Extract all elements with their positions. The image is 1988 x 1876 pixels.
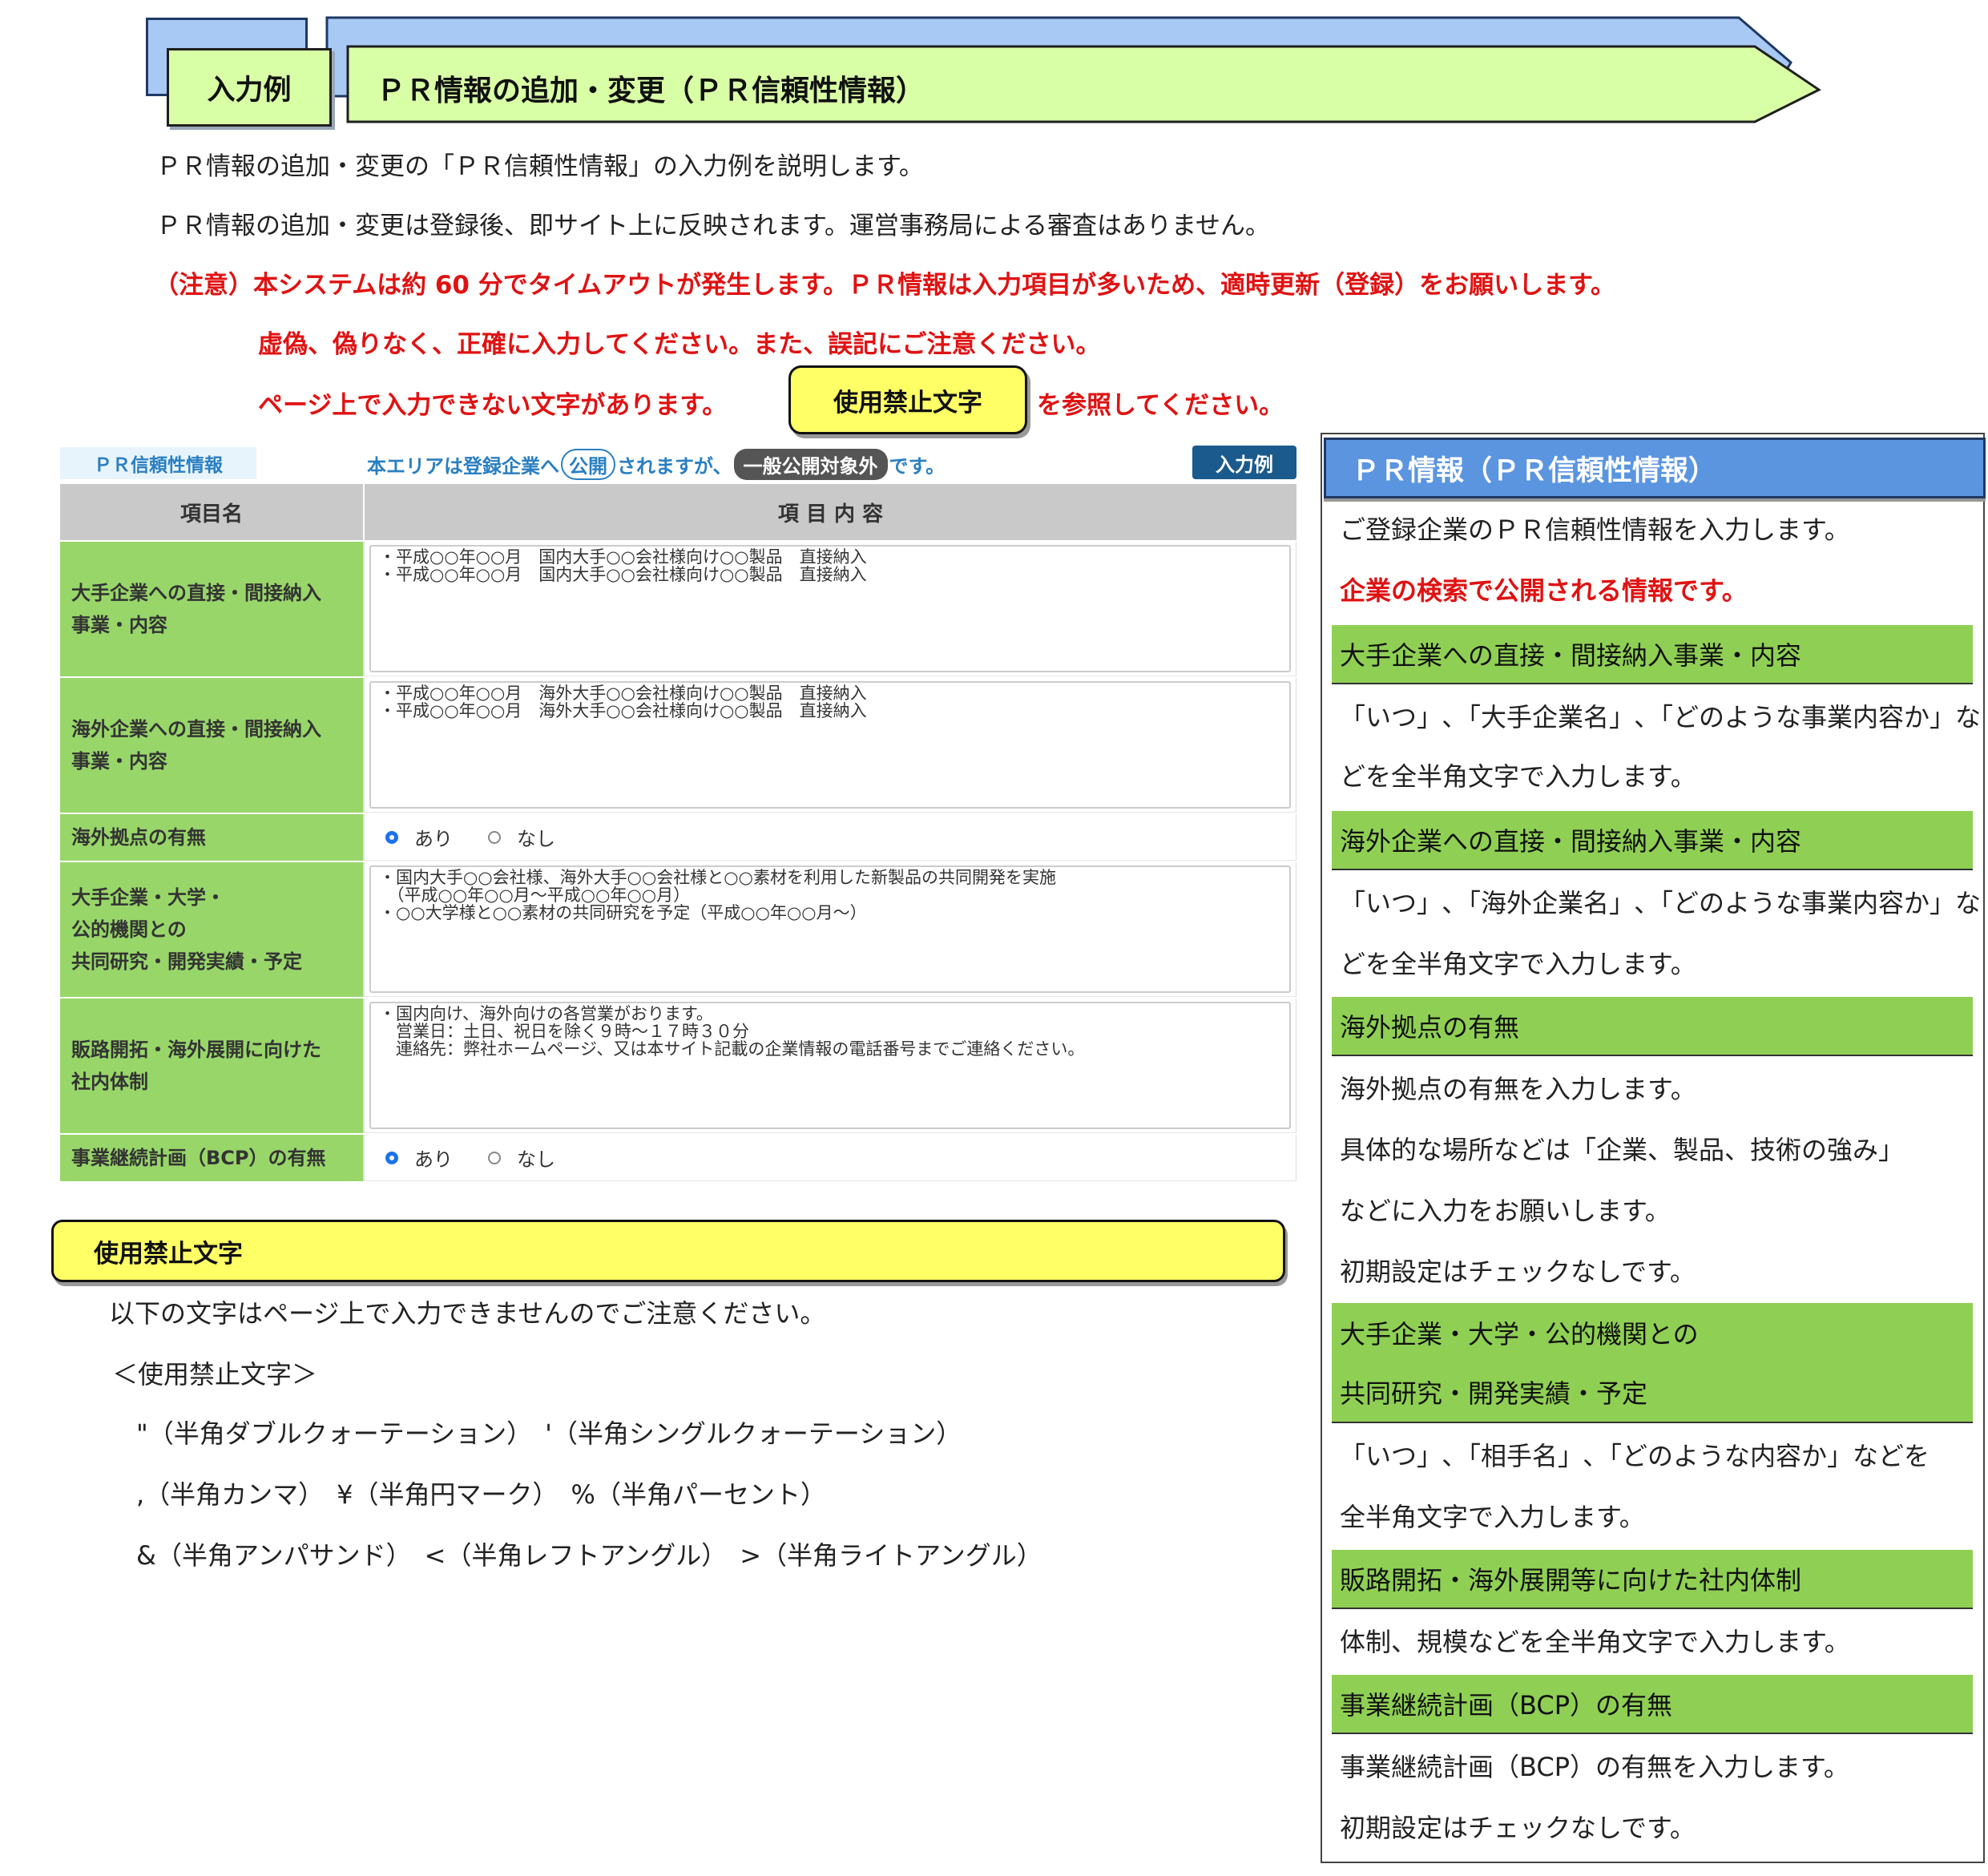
- row-label-line: 公的機関との: [71, 918, 187, 941]
- section-label: ＰＲ信頼性情報: [60, 447, 256, 479]
- panel-text: 体制、規模などを全半角文字で入力します。: [1340, 1627, 1850, 1657]
- panel-text: 事業継続計画（BCP）の有無を入力します。: [1340, 1752, 1849, 1782]
- panel-text: 具体的な場所などは「企業、製品、技術の強み」: [1340, 1135, 1905, 1165]
- row-label: 事業継続計画（BCP）の有無: [60, 1135, 363, 1181]
- row-label-line: 大手企業・大学・: [71, 886, 225, 909]
- radio-no-label: なし: [517, 1148, 555, 1171]
- panel-intro: ご登録企業のＰＲ信頼性情報を入力します。: [1340, 514, 1850, 545]
- example-badge: 入力例: [1192, 446, 1296, 479]
- row-label: 大手企業・大学・ 公的機関との 共同研究・開発実績・予定: [60, 862, 363, 997]
- row-label: 海外拠点の有無: [60, 814, 363, 861]
- row-label: 販路開拓・海外展開に向けた 社内体制: [60, 999, 363, 1133]
- prohibited-list-line: ,（半角カンマ） ¥（半角円マーク） %（半角パーセント）: [136, 1479, 826, 1510]
- panel-section-head-line: 大手企業・大学・公的機関との: [1340, 1319, 1699, 1350]
- radio-no[interactable]: [488, 830, 501, 844]
- joint-research-textarea[interactable]: ・国内大手○○会社様、海外大手○○会社様と○○素材を利用した新製品の共同開発を実…: [369, 865, 1291, 993]
- table-row: 販路開拓・海外展開に向けた 社内体制 ・国内向け、海外向けの各営業がおります。 …: [60, 997, 1296, 1133]
- radio-no[interactable]: [488, 1151, 501, 1164]
- pr-form-table: 項目名 項 目 内 容 大手企業への直接・間接納入 事業・内容 ・平成○○年○○…: [60, 484, 1296, 1181]
- panel-text: 全半角文字で入力します。: [1340, 1502, 1645, 1532]
- panel-text: どを全半角文字で入力します。: [1340, 761, 1696, 792]
- public-badge: 公開: [561, 449, 615, 480]
- prohibited-list-line: &（半角アンパサンド） <（半角レフトアングル） >（半角ライトアングル）: [136, 1540, 1042, 1571]
- row-label-line: 販路開拓・海外展開に向けた: [71, 1039, 321, 1061]
- sales-system-textarea[interactable]: ・国内向け、海外向けの各営業がおります。 営業日：土日、祝日を除く９時～１７時３…: [369, 1002, 1291, 1129]
- overseas-base-radio-group: あり なし: [369, 817, 1291, 857]
- intro-line-1: ＰＲ情報の追加・変更の「ＰＲ信頼性情報」の入力例を説明します。: [156, 152, 924, 181]
- panel-text: 海外拠点の有無を入力します。: [1340, 1074, 1696, 1104]
- row-label: 海外企業への直接・間接納入 事業・内容: [60, 678, 363, 813]
- table-row: 海外拠点の有無 あり なし: [60, 813, 1296, 861]
- panel-section-head: 大手企業・大学・公的機関との 共同研究・開発実績・予定: [1332, 1303, 1973, 1423]
- panel-text: どを全半角文字で入力します。: [1340, 949, 1696, 979]
- notice-after: です。: [889, 455, 946, 478]
- prohibited-list-title: ＜使用禁止文字＞: [112, 1359, 318, 1390]
- warning-line-1: （注意）本システムは約 60 分でタイムアウトが発生します。ＰＲ情報は入力項目が…: [154, 271, 1615, 300]
- table-row: 大手企業・大学・ 公的機関との 共同研究・開発実績・予定 ・国内大手○○会社様、…: [60, 861, 1296, 997]
- panel-text: 「いつ」､「海外企業名」､「どのような事業内容か」な: [1340, 888, 1982, 918]
- prohibited-chars-heading: 使用禁止文字: [51, 1220, 1285, 1282]
- panel-text: 「いつ」､「相手名」､「どのような内容か」などを: [1340, 1441, 1930, 1471]
- row-value-cell: ・国内向け、海外向けの各営業がおります。 営業日：土日、祝日を除く９時～１７時３…: [363, 999, 1296, 1133]
- row-value-cell: あり なし: [363, 814, 1296, 861]
- notice-middle: されますが、: [617, 455, 732, 478]
- panel-text: 初期設定はチェックなしです。: [1340, 1813, 1696, 1843]
- radio-yes-label: あり: [414, 828, 453, 850]
- table-row: 海外企業への直接・間接納入 事業・内容 ・平成○○年○○月 海外大手○○会社様向…: [60, 676, 1296, 813]
- radio-no-label: なし: [517, 828, 555, 850]
- bcp-radio-group: あり なし: [369, 1138, 1291, 1177]
- table-header: 項目名 項 目 内 容: [60, 484, 1296, 540]
- table-row: 事業継続計画（BCP）の有無 あり なし: [60, 1133, 1296, 1181]
- domestic-delivery-textarea[interactable]: ・平成○○年○○月 国内大手○○会社様向け○○製品 直接納入 ・平成○○年○○月…: [369, 545, 1291, 672]
- row-label-line: 事業・内容: [71, 614, 167, 636]
- panel-section-head: 事業継続計画（BCP）の有無: [1332, 1675, 1973, 1734]
- panel-public-note: 企業の検索で公開される情報です。: [1340, 575, 1748, 606]
- row-value-cell: ・平成○○年○○月 海外大手○○会社様向け○○製品 直接納入 ・平成○○年○○月…: [363, 678, 1296, 813]
- panel-title: ＰＲ情報（ＰＲ信頼性情報）: [1324, 438, 1986, 498]
- prohibited-chars-button[interactable]: 使用禁止文字: [788, 365, 1027, 434]
- panel-section-head: 大手企業への直接・間接納入事業・内容: [1332, 625, 1973, 684]
- panel-section-head: 販路開拓・海外展開等に向けた社内体制: [1332, 1550, 1973, 1609]
- panel-text: 「いつ」､「大手企業名」､「どのような事業内容か」な: [1340, 702, 1982, 732]
- overseas-delivery-textarea[interactable]: ・平成○○年○○月 海外大手○○会社様向け○○製品 直接納入 ・平成○○年○○月…: [369, 681, 1291, 809]
- public-notice: 本エリアは登録企業へ 公開 されますが、 一般公開対象外 です。: [367, 449, 945, 480]
- prohibited-intro: 以下の文字はページ上で入力できませんのでご注意ください。: [109, 1298, 826, 1329]
- example-tag: 入力例: [167, 48, 332, 127]
- warning-line-2: 虚偽、偽りなく、正確に入力してください。また、誤記にご注意ください。: [258, 330, 1101, 359]
- page-title: ＰＲ情報の追加・変更（ＰＲ信頼性情報）: [377, 75, 925, 107]
- prohibited-list-line: "（半角ダブルクォーテーション） '（半角シングルクォーテーション）: [136, 1418, 962, 1449]
- row-label-line: 事業・内容: [71, 750, 167, 773]
- radio-yes[interactable]: [385, 830, 398, 844]
- intro-line-2: ＰＲ情報の追加・変更は登録後、即サイト上に反映されます。運営事務局による審査はあ…: [156, 212, 1271, 240]
- table-row: 大手企業への直接・間接納入 事業・内容 ・平成○○年○○月 国内大手○○会社様向…: [60, 540, 1296, 676]
- panel-text: 初期設定はチェックなしです。: [1340, 1257, 1696, 1287]
- panel-section-head: 海外拠点の有無: [1332, 997, 1973, 1056]
- col-item-content: 項 目 内 容: [363, 484, 1296, 540]
- radio-yes-label: あり: [414, 1148, 453, 1171]
- row-label-line: 共同研究・開発実績・予定: [71, 950, 302, 973]
- row-label-line: 社内体制: [71, 1071, 148, 1093]
- row-value-cell: ・平成○○年○○月 国内大手○○会社様向け○○製品 直接納入 ・平成○○年○○月…: [363, 542, 1296, 676]
- notice-before: 本エリアは登録企業へ: [367, 455, 559, 478]
- row-value-cell: あり なし: [363, 1135, 1296, 1181]
- panel-section-head: 海外企業への直接・間接納入事業・内容: [1332, 811, 1973, 870]
- warning-line-3-after: を参照してください。: [1037, 391, 1284, 420]
- col-item-name: 項目名: [60, 484, 363, 540]
- non-public-badge: 一般公開対象外: [733, 449, 888, 480]
- panel-section-head-line: 共同研究・開発実績・予定: [1340, 1378, 1648, 1409]
- radio-yes[interactable]: [385, 1151, 398, 1164]
- row-label-line: 海外企業への直接・間接納入: [71, 718, 321, 740]
- warning-line-3: ページ上で入力できない文字があります。: [258, 391, 728, 420]
- row-value-cell: ・国内大手○○会社様、海外大手○○会社様と○○素材を利用した新製品の共同開発を実…: [363, 862, 1296, 997]
- row-label: 大手企業への直接・間接納入 事業・内容: [60, 542, 363, 676]
- panel-text: などに入力をお願いします。: [1340, 1196, 1671, 1226]
- row-label-line: 大手企業への直接・間接納入: [71, 582, 321, 604]
